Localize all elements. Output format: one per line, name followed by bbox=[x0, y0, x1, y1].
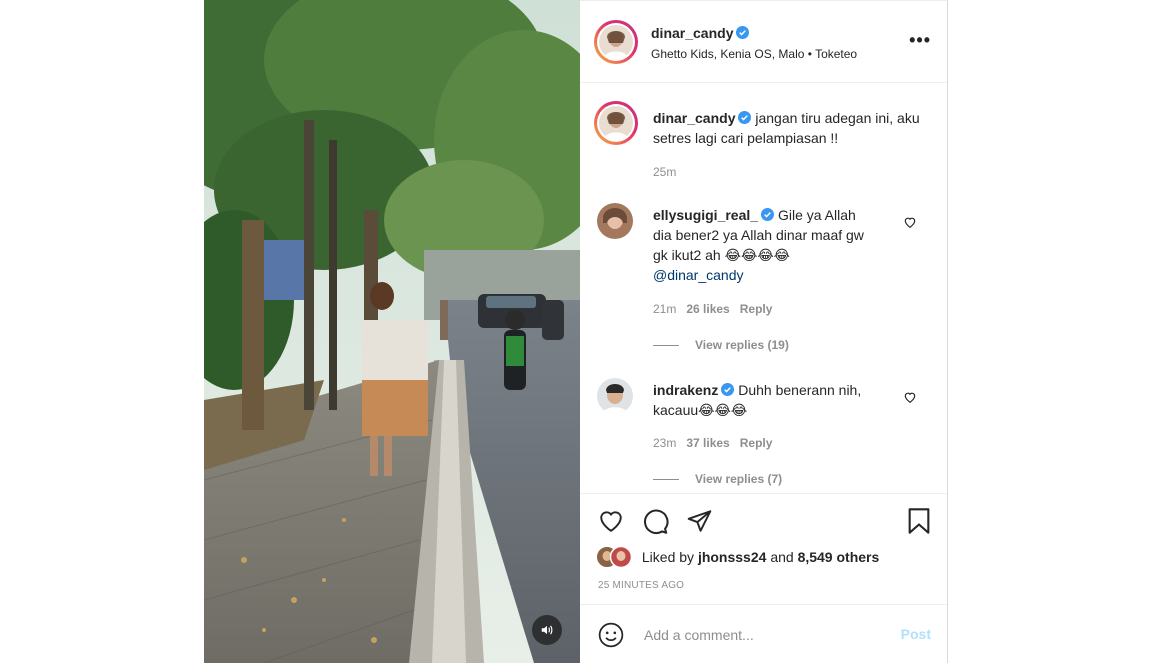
caption-time: 25m bbox=[653, 165, 677, 179]
mention-link[interactable]: @dinar_candy bbox=[653, 267, 744, 283]
verified-badge-icon bbox=[761, 208, 775, 221]
comment-likes[interactable]: 37 likes bbox=[686, 436, 729, 450]
comment-time: 21m bbox=[653, 302, 677, 316]
comment-text: dia bener2 ya Allah dinar maaf gw bbox=[653, 227, 864, 243]
post-header: dinar_candy Ghetto Kids, Kenia OS, Malo … bbox=[580, 1, 947, 83]
comment-text: Gile ya Allah bbox=[777, 207, 856, 223]
comment-time: 23m bbox=[653, 436, 677, 450]
comment-meta: 23m 37 likes Reply bbox=[653, 436, 772, 450]
video-frame bbox=[204, 0, 580, 663]
comment-text: Duhh benerann nih, bbox=[738, 382, 862, 398]
liker-avatars bbox=[596, 546, 638, 568]
comment-likes[interactable]: 26 likes bbox=[686, 302, 729, 316]
comment-text: gk ikut2 ah bbox=[653, 247, 721, 263]
laughing-emoji-icons: 😂😂😂 bbox=[698, 402, 748, 418]
author-avatar[interactable] bbox=[594, 20, 638, 64]
avatar-image bbox=[597, 378, 633, 414]
heart-icon[interactable] bbox=[597, 508, 625, 534]
post-actions: Liked by jhonsss24 and 8,549 others 25 M… bbox=[580, 493, 947, 603]
verified-badge-icon bbox=[721, 383, 735, 396]
liked-by-user[interactable]: jhonsss24 bbox=[698, 549, 766, 565]
comment-like-heart-icon[interactable] bbox=[903, 215, 917, 229]
reply-button[interactable]: Reply bbox=[740, 302, 773, 316]
post-comment-button[interactable]: Post bbox=[901, 626, 931, 642]
verified-badge-icon bbox=[738, 111, 752, 124]
caption-username[interactable]: dinar_candy bbox=[653, 110, 735, 126]
laughing-emoji-icons: 😂😂😂😂 bbox=[724, 247, 791, 263]
post-side-panel: dinar_candy Ghetto Kids, Kenia OS, Malo … bbox=[580, 0, 948, 663]
bookmark-icon[interactable] bbox=[907, 507, 931, 535]
comment-meta: 21m 26 likes Reply bbox=[653, 302, 772, 316]
comment-input[interactable] bbox=[642, 623, 886, 647]
more-options-button[interactable]: ••• bbox=[909, 31, 931, 49]
author-username[interactable]: dinar_candy bbox=[651, 25, 733, 41]
liked-by-others[interactable]: 8,549 others bbox=[798, 549, 880, 565]
comment-username[interactable]: ellysugigi_real_ bbox=[653, 207, 758, 223]
caption: dinar_candy jangan tiru adegan ini, aku … bbox=[653, 108, 923, 148]
view-replies-button[interactable]: View replies (7) bbox=[653, 472, 782, 486]
reply-button[interactable]: Reply bbox=[740, 436, 773, 450]
avatar-image bbox=[599, 25, 633, 59]
smiley-icon[interactable] bbox=[598, 622, 624, 648]
view-replies-label: View replies (19) bbox=[695, 338, 789, 352]
avatar-image bbox=[610, 546, 632, 568]
comment-like-heart-icon[interactable] bbox=[903, 390, 917, 404]
comment-username[interactable]: indrakenz bbox=[653, 382, 718, 398]
comment-text: kacauu bbox=[653, 402, 699, 418]
liked-by-and: and bbox=[770, 549, 794, 565]
post-timestamp[interactable]: 25 MINUTES AGO bbox=[598, 580, 684, 591]
caption-author-avatar[interactable] bbox=[594, 101, 638, 145]
comment-bubble-icon[interactable] bbox=[642, 508, 669, 535]
verified-badge-icon bbox=[736, 26, 750, 39]
comment-item: ellysugigi_real_ Gile ya Allah dia bener… bbox=[653, 205, 903, 285]
likes-summary: Liked by jhonsss24 and 8,549 others bbox=[596, 546, 879, 568]
audio-toggle-button[interactable] bbox=[532, 615, 562, 645]
comments-list[interactable]: dinar_candy jangan tiru adegan ini, aku … bbox=[580, 83, 947, 493]
view-replies-label: View replies (7) bbox=[695, 472, 783, 486]
post-location[interactable]: Ghetto Kids, Kenia OS, Malo • Toketeo bbox=[651, 47, 857, 61]
avatar-image bbox=[597, 203, 633, 239]
commenter-avatar[interactable] bbox=[597, 378, 633, 414]
post-video[interactable] bbox=[204, 0, 580, 663]
avatar-image bbox=[599, 106, 633, 140]
comment-item: indrakenz Duhh benerann nih, kacauu😂😂😂 bbox=[653, 380, 903, 420]
commenter-avatar[interactable] bbox=[597, 203, 633, 239]
speaker-icon bbox=[541, 625, 553, 635]
paper-plane-icon[interactable] bbox=[686, 508, 713, 534]
view-replies-button[interactable]: View replies (19) bbox=[653, 338, 789, 352]
liked-by-prefix: Liked by bbox=[641, 549, 695, 565]
comment-composer: Post bbox=[580, 604, 947, 664]
